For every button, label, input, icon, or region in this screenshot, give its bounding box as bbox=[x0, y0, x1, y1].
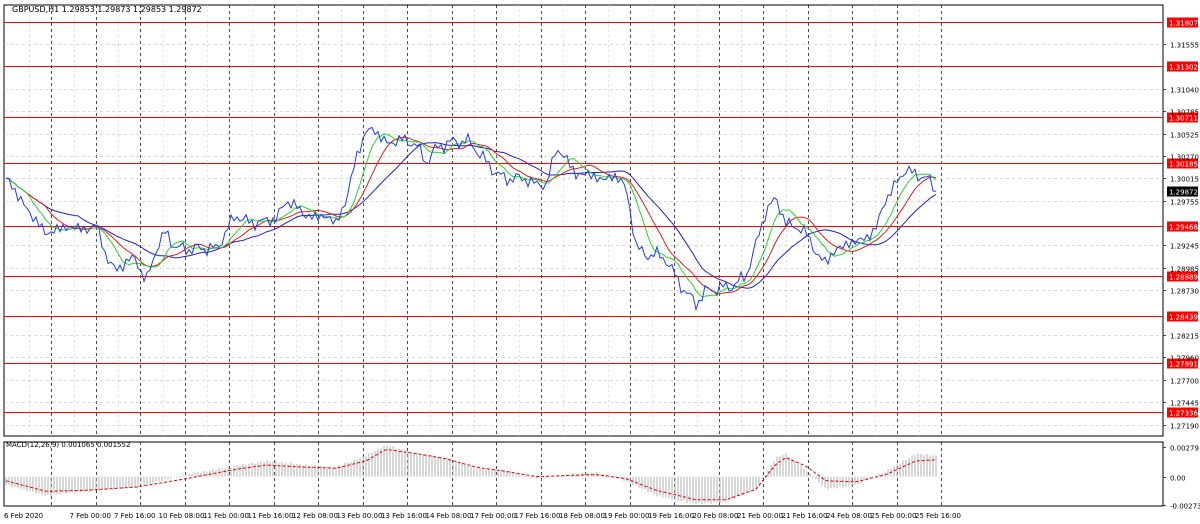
macd-tick-label: 0.00279 bbox=[1170, 445, 1199, 453]
price-tick-label: 1.30270 bbox=[1170, 154, 1199, 162]
price-tick-label: 1.31040 bbox=[1170, 87, 1199, 95]
macd-tick-label: -0.002739 bbox=[1170, 503, 1200, 511]
time-label: 24 Feb 08:00 bbox=[826, 512, 872, 520]
time-label: 19 Feb 00:00 bbox=[604, 512, 650, 520]
level-label: 1.28889 bbox=[1169, 274, 1198, 282]
time-label: 17 Feb 16:00 bbox=[515, 512, 561, 520]
level-label: 1.31807 bbox=[1169, 20, 1198, 28]
price-tick-label: 1.29755 bbox=[1170, 199, 1199, 207]
time-label: 21 Feb 00:00 bbox=[737, 512, 783, 520]
price-tick-label: 1.30525 bbox=[1170, 132, 1199, 140]
time-label: 11 Feb 00:00 bbox=[203, 512, 249, 520]
time-label: 21 Feb 16:00 bbox=[782, 512, 828, 520]
time-label: 11 Feb 16:00 bbox=[248, 512, 294, 520]
current-price-label: 1.29872 bbox=[1169, 189, 1198, 197]
time-label: 10 Feb 08:00 bbox=[159, 512, 205, 520]
level-label: 1.31302 bbox=[1169, 64, 1198, 72]
time-label: 17 Feb 00:00 bbox=[470, 512, 516, 520]
price-tick-label: 1.30015 bbox=[1170, 176, 1199, 184]
time-label: 18 Feb 08:00 bbox=[559, 512, 605, 520]
time-label: 13 Feb 16:00 bbox=[381, 512, 427, 520]
time-label: 20 Feb 08:00 bbox=[693, 512, 739, 520]
price-tick-label: 1.27445 bbox=[1170, 400, 1199, 408]
level-label: 1.27336 bbox=[1169, 410, 1198, 418]
time-label: 25 Feb 16:00 bbox=[915, 512, 961, 520]
time-label: 12 Feb 08:00 bbox=[292, 512, 338, 520]
time-label: 19 Feb 16:00 bbox=[648, 512, 694, 520]
price-tick-label: 1.30785 bbox=[1170, 109, 1199, 117]
price-tick-label: 1.31555 bbox=[1170, 42, 1199, 50]
time-label: 6 Feb 2020 bbox=[4, 512, 43, 520]
price-tick-label: 1.27960 bbox=[1170, 355, 1199, 363]
level-label: 1.29468 bbox=[1169, 224, 1198, 232]
price-tick-label: 1.28985 bbox=[1170, 266, 1199, 274]
chart-title: GBPUSD,H1 1.29853 1.29873 1.29853 1.2987… bbox=[12, 5, 202, 14]
price-tick-label: 1.27190 bbox=[1170, 423, 1199, 431]
level-label: 1.28439 bbox=[1169, 314, 1198, 322]
trading-chart[interactable]: 1.318071.313021.307111.301851.294681.288… bbox=[0, 0, 1200, 524]
time-label: 7 Feb 16:00 bbox=[114, 512, 155, 520]
price-tick-label: 1.28730 bbox=[1170, 288, 1199, 296]
time-label: 13 Feb 00:00 bbox=[337, 512, 383, 520]
time-label: 25 Feb 00:00 bbox=[871, 512, 917, 520]
chart-background bbox=[0, 0, 1200, 524]
level-label: 1.30185 bbox=[1169, 161, 1198, 169]
time-label: 14 Feb 08:00 bbox=[426, 512, 472, 520]
macd-title: MACD(12,26,9) 0.001065 0.001552 bbox=[6, 441, 130, 449]
price-tick-label: 1.28215 bbox=[1170, 333, 1199, 341]
price-tick-label: 1.27700 bbox=[1170, 378, 1199, 386]
price-tick-label: 1.29245 bbox=[1170, 243, 1199, 251]
macd-tick-label: 0.00 bbox=[1170, 475, 1186, 483]
time-label: 7 Feb 00:00 bbox=[70, 512, 111, 520]
